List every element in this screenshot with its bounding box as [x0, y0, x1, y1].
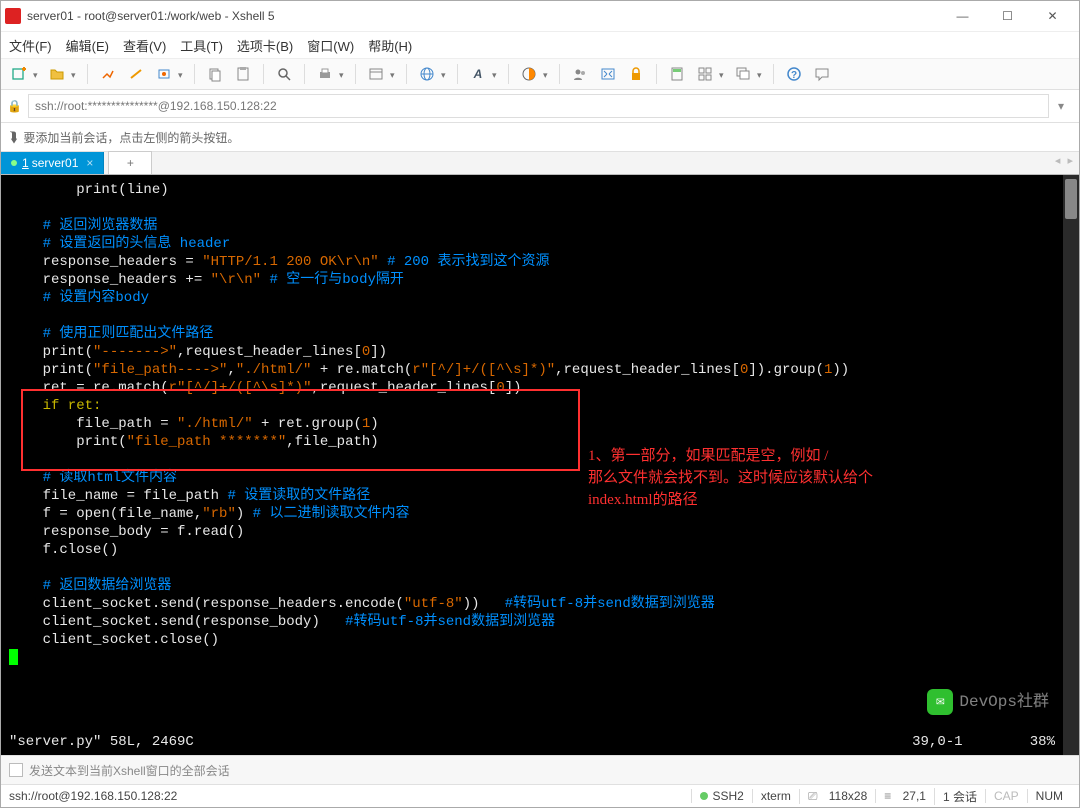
find-button[interactable] [272, 62, 296, 86]
tab-add-button[interactable]: + [108, 151, 152, 174]
dropdown-icon[interactable]: ▾ [178, 70, 186, 78]
status-connection: ssh://root@192.168.150.128:22 [9, 789, 691, 803]
status-ssh: SSH2 [691, 789, 751, 803]
window-title: server01 - root@server01:/work/web - Xsh… [27, 9, 940, 23]
send-checkbox[interactable] [9, 763, 23, 777]
menu-view[interactable]: 查看(V) [123, 36, 166, 55]
copy-button[interactable] [203, 62, 227, 86]
cascade-button[interactable] [731, 62, 755, 86]
minimize-button[interactable]: — [940, 2, 985, 30]
dropdown-icon[interactable]: ▾ [339, 70, 347, 78]
lock-icon: 🔒 [7, 99, 22, 113]
close-button[interactable]: ✕ [1030, 2, 1075, 30]
fullscreen-button[interactable] [596, 62, 620, 86]
app-icon [5, 8, 21, 24]
dropdown-icon[interactable]: ▾ [492, 70, 500, 78]
properties-button[interactable] [364, 62, 388, 86]
dropdown-icon[interactable]: ▾ [71, 70, 79, 78]
connect-button[interactable] [96, 62, 120, 86]
status-size: ⎚ 118x28 [799, 789, 875, 804]
status-term: xterm [752, 789, 799, 803]
svg-text:?: ? [791, 70, 797, 81]
hint-text: 要添加当前会话，点击左侧的箭头按钮。 [23, 129, 239, 146]
session-tabs: 1 server01 × + ◂ ▸ [1, 152, 1079, 175]
tab-close-icon[interactable]: × [86, 156, 93, 170]
status-cursor: ≡ 27,1 [875, 789, 934, 803]
statusbar: ssh://root@192.168.150.128:22 SSH2 xterm… [1, 785, 1079, 807]
cursor [9, 649, 18, 665]
print-button[interactable] [313, 62, 337, 86]
font-button[interactable]: A [466, 62, 490, 86]
status-cap: CAP [985, 789, 1027, 803]
dropdown-icon[interactable]: ▾ [719, 70, 727, 78]
dot-icon [700, 792, 708, 800]
menu-tabs[interactable]: 选项卡(B) [237, 36, 293, 55]
scrollbar[interactable] [1063, 175, 1079, 755]
address-dropdown[interactable]: ▾ [1049, 94, 1073, 118]
chat-button[interactable] [810, 62, 834, 86]
dropdown-icon[interactable]: ▾ [757, 70, 765, 78]
dropdown-icon[interactable]: ▾ [543, 70, 551, 78]
dropdown-icon[interactable]: ▾ [33, 70, 41, 78]
toolbar: ▾ ▾ ▾ ▾ ▾ ▾ A ▾ ▾ ▾ ▾ [1, 59, 1079, 90]
color-scheme-button[interactable] [517, 62, 541, 86]
titlebar: server01 - root@server01:/work/web - Xsh… [1, 1, 1079, 32]
status-dot-icon [11, 160, 17, 166]
menu-window[interactable]: 窗口(W) [307, 36, 354, 55]
menu-help[interactable]: 帮助(H) [368, 36, 412, 55]
watermark: ✉ DevOps社群 [927, 689, 1049, 715]
status-num: NUM [1027, 789, 1071, 803]
terminal[interactable]: print(line) # 返回浏览器数据 # 设置返回的头信息 header … [1, 175, 1079, 755]
arrow-add-icon[interactable]: ⮯ [9, 129, 17, 146]
paste-button[interactable] [231, 62, 255, 86]
menubar: 文件(F) 编辑(E) 查看(V) 工具(T) 选项卡(B) 窗口(W) 帮助(… [1, 32, 1079, 59]
help-button[interactable]: ? [782, 62, 806, 86]
tab-nav[interactable]: ◂ ▸ [1055, 154, 1075, 167]
tab-label: server01 [32, 156, 79, 170]
lock-button[interactable] [624, 62, 648, 86]
maximize-button[interactable]: ☐ [985, 2, 1030, 30]
app-window: server01 - root@server01:/work/web - Xsh… [0, 0, 1080, 808]
users-button[interactable] [568, 62, 592, 86]
dropdown-icon[interactable]: ▾ [390, 70, 398, 78]
reconnect-button[interactable] [152, 62, 176, 86]
menu-file[interactable]: 文件(F) [9, 36, 52, 55]
status-sessions: 1 会话 [934, 788, 985, 805]
send-to-all-bar: 发送文本到当前Xshell窗口的全部会话 [1, 755, 1079, 785]
wechat-icon: ✉ [927, 689, 953, 715]
new-session-button[interactable] [7, 62, 31, 86]
calc-button[interactable] [665, 62, 689, 86]
vim-statusline: "server.py" 58L, 2469C 39,0-1 38% [9, 733, 1055, 751]
open-button[interactable] [45, 62, 69, 86]
tile-button[interactable] [693, 62, 717, 86]
address-input[interactable] [28, 94, 1049, 118]
annotation: 1、第一部分，如果匹配是空，例如 / 那么文件就会找不到。这时候应该默认给个 i… [588, 445, 873, 511]
send-label: 发送文本到当前Xshell窗口的全部会话 [29, 762, 230, 779]
menu-tools[interactable]: 工具(T) [180, 36, 223, 55]
globe-button[interactable] [415, 62, 439, 86]
scrollbar-thumb[interactable] [1065, 179, 1077, 219]
hint-bar: ⮯ 要添加当前会话，点击左侧的箭头按钮。 [1, 123, 1079, 152]
disconnect-button[interactable] [124, 62, 148, 86]
terminal-content: print(line) # 返回浏览器数据 # 设置返回的头信息 header … [9, 181, 1071, 667]
menu-edit[interactable]: 编辑(E) [66, 36, 109, 55]
address-bar: 🔒 ▾ [1, 90, 1079, 123]
tab-server01[interactable]: 1 server01 × [1, 152, 104, 174]
dropdown-icon[interactable]: ▾ [441, 70, 449, 78]
tab-number: 1 [22, 156, 29, 170]
